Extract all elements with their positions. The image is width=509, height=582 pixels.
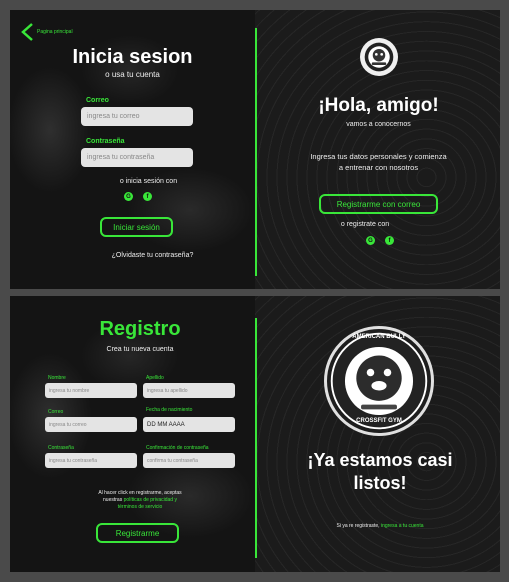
register-title: Registro [99,318,181,340]
login-panel: Pagina principal Inicia sesion o usa tu … [10,10,500,289]
greeting-subtitle: vamos a conocernos [346,121,411,128]
register-email-input[interactable]: ingresa tu correo [45,417,137,432]
alt-register-text: o registrate con [340,221,390,228]
back-to-home-link[interactable]: Pagina principal [20,22,73,42]
gym-logo-small [360,38,398,76]
already-registered-text: Si ya re registraste, ingresa a tu cuent… [267,523,493,529]
name-label: Nombre [48,375,66,381]
email-label: Correo [86,97,109,104]
birthdate-input[interactable]: DD MM AAAA [143,417,235,432]
forgot-password-link[interactable]: ¿Olvidaste tu contraseña? [10,252,295,259]
greeting-description-1: Ingresa tus datos personales y comienza [310,152,447,161]
google-icon[interactable]: G [124,192,133,201]
terms-of-service-link[interactable]: términos de servicio [10,504,270,510]
name-input[interactable]: ingresa tu nombre [45,383,137,398]
back-label: Pagina principal [37,29,73,35]
register-email-label: Correo [48,409,64,415]
register-social-buttons: G f [366,236,394,245]
panel-divider [255,318,257,558]
email-input[interactable]: ingresa tu correo [81,107,193,126]
register-with-email-button[interactable]: Registrarme con correo [319,194,438,214]
lastname-label: Apellido [146,375,164,381]
confirm-password-input[interactable]: confirma tu contraseña [143,453,235,468]
privacy-policy-link[interactable]: políticas de privacidad y [124,497,177,503]
logo-bottom-text: CROSSFIT GYM [356,418,402,424]
logo-top-text: AMERICAN BULLY [352,334,406,340]
login-social-buttons: G f [124,192,152,201]
password-input[interactable]: ingresa tu contraseña [81,148,193,167]
register-password-label: Contraseña [48,445,74,451]
login-submit-button[interactable]: Iniciar sesión [100,217,173,237]
register-subtitle: Crea tu nueva cuenta [106,346,174,353]
google-icon[interactable]: G [366,236,375,245]
login-link[interactable]: ingresa a tu cuenta [381,523,424,529]
bulldog-logo-icon [364,42,394,72]
almost-ready-line-2: listos! [353,473,407,493]
confirm-password-label: Confirmación de contraseña [146,445,209,451]
terms-line-2: nuestras políticas de privacidad y [10,497,270,503]
login-subtitle: o usa tu cuenta [105,70,160,79]
facebook-icon[interactable]: f [385,236,394,245]
alt-login-text: o inicia sesión con [119,178,178,185]
login-title: Inicia sesion [72,46,193,68]
lastname-input[interactable]: ingresa tu apellido [143,383,235,398]
chevron-left-icon [21,23,33,41]
birthdate-label: Fecha de nacimiento [146,407,193,413]
facebook-icon[interactable]: f [143,192,152,201]
register-submit-button[interactable]: Registrarme [96,523,179,543]
terms-line-1: Al hacer click en registrarme, aceptas [98,490,182,496]
terms-prefix: nuestras [103,497,124,503]
register-panel: Registro Crea tu nueva cuenta Nombre ing… [10,296,500,572]
already-registered-prefix: Si ya re registraste, [336,523,381,529]
almost-ready-line-1: ¡Ya estamos casi [307,450,453,470]
password-label: Contraseña [86,138,125,145]
register-password-input[interactable]: ingresa tu contraseña [45,453,137,468]
greeting-title: ¡Hola, amigo! [318,95,439,116]
greeting-description-2: a entrenar con nosotros [338,163,419,172]
